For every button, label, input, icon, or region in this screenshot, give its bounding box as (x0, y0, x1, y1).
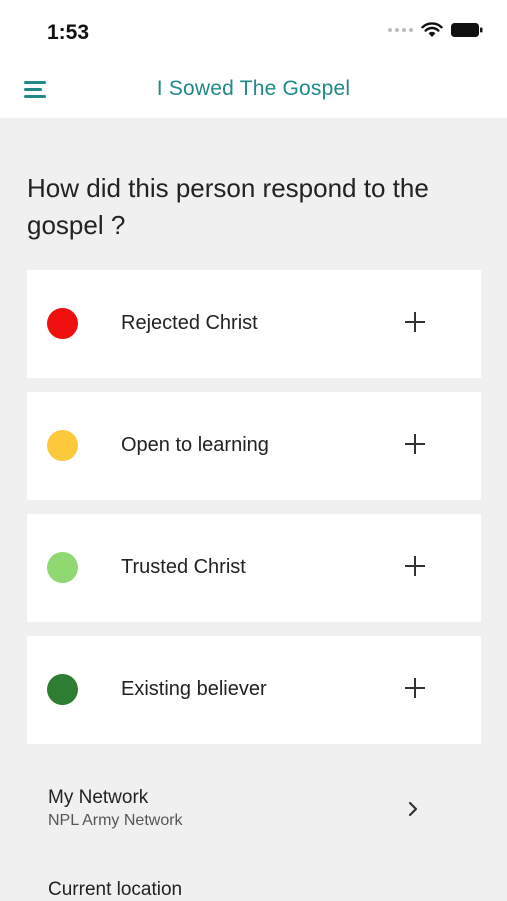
question-heading: How did this person respond to the gospe… (27, 173, 429, 240)
option-label: Rejected Christ (121, 312, 258, 334)
network-subtitle: NPL Army Network (48, 812, 183, 829)
option-trusted-christ[interactable]: Trusted Christ (27, 514, 481, 622)
plus-icon[interactable] (405, 434, 425, 454)
app-title: I Sowed The Gospel (156, 77, 351, 100)
plus-icon[interactable] (405, 556, 425, 576)
current-location-label[interactable]: Current location (48, 879, 182, 901)
plus-icon[interactable] (405, 312, 425, 332)
option-label: Trusted Christ (121, 556, 246, 578)
option-label: Existing believer (121, 678, 267, 700)
battery-icon (451, 23, 483, 37)
status-dot (47, 552, 78, 583)
wifi-icon (421, 22, 443, 37)
my-network-row[interactable]: My Network NPL Army Network (0, 775, 507, 845)
status-dot (47, 308, 78, 339)
option-existing-believer[interactable]: Existing believer (27, 636, 481, 744)
status-dot (47, 430, 78, 461)
status-dot (47, 674, 78, 705)
app-bar: I Sowed The Gospel (0, 62, 507, 118)
status-time: 1:53 (47, 21, 90, 44)
status-bar: 1:53 (0, 0, 507, 62)
option-label: Open to learning (121, 434, 269, 456)
option-open-to-learning[interactable]: Open to learning (27, 392, 481, 500)
chevron-right-icon (408, 801, 418, 817)
plus-icon[interactable] (405, 678, 425, 698)
option-rejected-christ[interactable]: Rejected Christ (27, 270, 481, 378)
status-icons (388, 22, 483, 38)
network-title: My Network (48, 787, 149, 808)
signal-icon (388, 28, 413, 32)
